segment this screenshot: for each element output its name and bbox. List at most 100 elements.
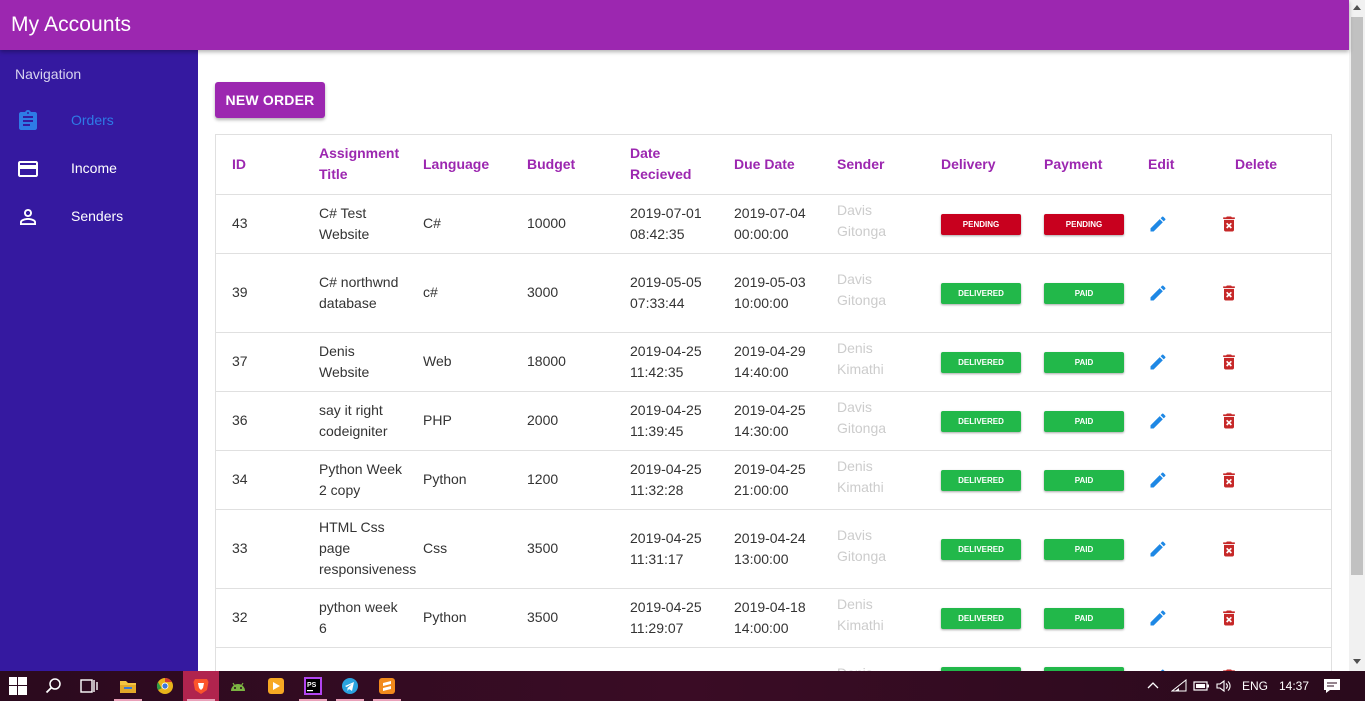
start-button[interactable] bbox=[0, 671, 36, 701]
cell-payment: PAID bbox=[1028, 332, 1132, 392]
taskbar-app-file-explorer[interactable] bbox=[110, 671, 146, 701]
cell-delivery: DELIVERED bbox=[925, 509, 1028, 589]
edit-pencil-icon[interactable] bbox=[1148, 214, 1168, 234]
taskbar-search-button[interactable] bbox=[36, 671, 72, 701]
edit-pencil-icon[interactable] bbox=[1148, 411, 1168, 431]
edit-pencil-icon[interactable] bbox=[1148, 352, 1168, 372]
cell-payment: PAID bbox=[1028, 450, 1132, 510]
table-row: python week 2019-04-162019-04-15 Denis DELI… bbox=[216, 647, 1331, 671]
scrollbar-thumb[interactable] bbox=[1351, 17, 1363, 575]
tray-clock[interactable]: 14:37 bbox=[1279, 679, 1309, 693]
cell-sender: Davis Gitonga bbox=[821, 253, 925, 333]
cell-payment: PAID bbox=[1028, 647, 1132, 671]
delete-trash-icon[interactable] bbox=[1219, 470, 1239, 490]
cell-budget: 3500 bbox=[511, 509, 614, 589]
delete-wrap bbox=[1219, 351, 1239, 372]
sidebar-item-orders[interactable]: Orders bbox=[0, 97, 198, 145]
scroll-up-arrow-icon[interactable] bbox=[1353, 5, 1361, 10]
taskbar-app-brave[interactable] bbox=[183, 671, 219, 701]
cell-language: C# bbox=[407, 194, 511, 254]
delete-wrap bbox=[1219, 469, 1239, 490]
sidebar: Navigation Orders Income Senders bbox=[0, 50, 198, 671]
payment-status-button[interactable]: PAID bbox=[1044, 352, 1124, 373]
cell-budget: 3500 bbox=[511, 588, 614, 648]
cell-title: HTML Css page responsiveness bbox=[303, 509, 416, 589]
person-icon bbox=[20, 209, 36, 225]
col-header-date-received: Date Recieved bbox=[614, 135, 718, 195]
payment-status-button[interactable]: PAID bbox=[1044, 539, 1124, 560]
delivery-status-button[interactable]: DELIVERED bbox=[941, 283, 1021, 304]
due-date-text: 2019-04-29 14:40:00 bbox=[734, 342, 806, 380]
delete-trash-icon[interactable] bbox=[1219, 539, 1239, 559]
payment-status-button[interactable]: PAID bbox=[1044, 411, 1124, 432]
taskbar-app-telegram[interactable] bbox=[332, 671, 368, 701]
tray-battery[interactable] bbox=[1190, 671, 1212, 701]
date-received-text: 2019-04-25 11:32:28 bbox=[630, 460, 702, 498]
app-title: My Accounts bbox=[11, 13, 132, 36]
cell-due-date: 2019-07-04 00:00:00 bbox=[718, 194, 821, 254]
cell-delete bbox=[1219, 253, 1331, 333]
cell-budget: 18000 bbox=[511, 332, 614, 392]
action-center-button[interactable] bbox=[1318, 671, 1346, 701]
cell-sender: Davis Gitonga bbox=[821, 391, 925, 451]
cell-delete bbox=[1219, 332, 1331, 392]
delivery-status-button[interactable]: DELIVERED bbox=[941, 411, 1021, 432]
payment-status-button[interactable]: PAID bbox=[1044, 283, 1124, 304]
sidebar-item-senders[interactable]: Senders bbox=[0, 193, 198, 241]
edit-pencil-icon[interactable] bbox=[1148, 470, 1168, 490]
taskbar-app-android-studio[interactable] bbox=[220, 671, 256, 701]
table-row: 36 say it right codeigniter PHP 2000 2019-04… bbox=[216, 391, 1331, 451]
edit-pencil-icon[interactable] bbox=[1148, 283, 1168, 303]
new-order-button[interactable]: NEW ORDER bbox=[215, 82, 325, 118]
tray-network[interactable] bbox=[1168, 671, 1190, 701]
cell-title: C# Test Website bbox=[303, 194, 407, 254]
delete-trash-icon[interactable] bbox=[1219, 411, 1239, 431]
page-scrollbar[interactable] bbox=[1349, 0, 1365, 671]
taskbar-app-sublime[interactable] bbox=[369, 671, 405, 701]
taskbar-app-chrome[interactable] bbox=[147, 671, 183, 701]
cell-id: 36 bbox=[216, 391, 303, 451]
cell-delivery: DELIVERED bbox=[925, 450, 1028, 510]
sidebar-item-income[interactable]: Income bbox=[0, 145, 198, 193]
tray-language[interactable]: ENG bbox=[1242, 679, 1268, 693]
delivery-status-button[interactable]: DELIVERED bbox=[941, 352, 1021, 373]
delivery-status-button[interactable]: PENDING bbox=[941, 214, 1021, 235]
table-row: 33 HTML Css page responsiveness Css 3500 201… bbox=[216, 509, 1331, 589]
delete-trash-icon[interactable] bbox=[1219, 283, 1239, 303]
cell-delete bbox=[1219, 194, 1331, 254]
delivery-status-button[interactable]: DELIVERED bbox=[941, 608, 1021, 629]
delete-trash-icon[interactable] bbox=[1219, 214, 1239, 234]
col-header-sender: Sender bbox=[821, 135, 925, 195]
cell-edit bbox=[1132, 588, 1219, 648]
col-header-payment: Payment bbox=[1028, 135, 1132, 195]
tray-overflow-button[interactable] bbox=[1143, 671, 1163, 701]
task-view-button[interactable] bbox=[71, 671, 107, 701]
cell-date-received: 2019-04-25 11:39:45 bbox=[614, 391, 718, 451]
col-header-delivery: Delivery bbox=[925, 135, 1028, 195]
delivery-status-button[interactable]: DELIVERED bbox=[941, 470, 1021, 491]
cell-date-received: 2019-04-25 11:29:07 bbox=[614, 588, 718, 648]
taskbar-app-media-player[interactable] bbox=[258, 671, 294, 701]
edit-pencil-icon[interactable] bbox=[1148, 608, 1168, 628]
cell-edit bbox=[1132, 509, 1219, 589]
cell-sender: Denis Kimathi bbox=[821, 450, 925, 510]
cell-due-date: 2019-04-15 bbox=[718, 647, 821, 671]
payment-status-button[interactable]: PAID bbox=[1044, 470, 1124, 491]
cell-due-date: 2019-04-25 21:00:00 bbox=[718, 450, 821, 510]
cell-title: C# northwnd database bbox=[303, 253, 407, 333]
payment-status-button[interactable]: PENDING bbox=[1044, 214, 1124, 235]
edit-pencil-icon[interactable] bbox=[1148, 539, 1168, 559]
delete-trash-icon[interactable] bbox=[1219, 352, 1239, 372]
delete-trash-icon[interactable] bbox=[1219, 608, 1239, 628]
date-received-text: 2019-05-05 07:33:44 bbox=[630, 273, 702, 311]
payment-status-button[interactable]: PAID bbox=[1044, 608, 1124, 629]
due-date-text: 2019-04-18 14:00:00 bbox=[734, 598, 806, 636]
chevron-up-icon bbox=[1147, 682, 1159, 689]
taskbar-app-phpstorm[interactable]: PS bbox=[295, 671, 331, 701]
delivery-status-button[interactable]: DELIVERED bbox=[941, 539, 1021, 560]
col-header-due-date: Due Date bbox=[718, 135, 821, 195]
scroll-down-arrow-icon[interactable] bbox=[1353, 659, 1361, 664]
cell-budget bbox=[511, 647, 614, 671]
tray-volume[interactable] bbox=[1213, 671, 1235, 701]
sidebar-item-label: Orders bbox=[71, 112, 114, 128]
